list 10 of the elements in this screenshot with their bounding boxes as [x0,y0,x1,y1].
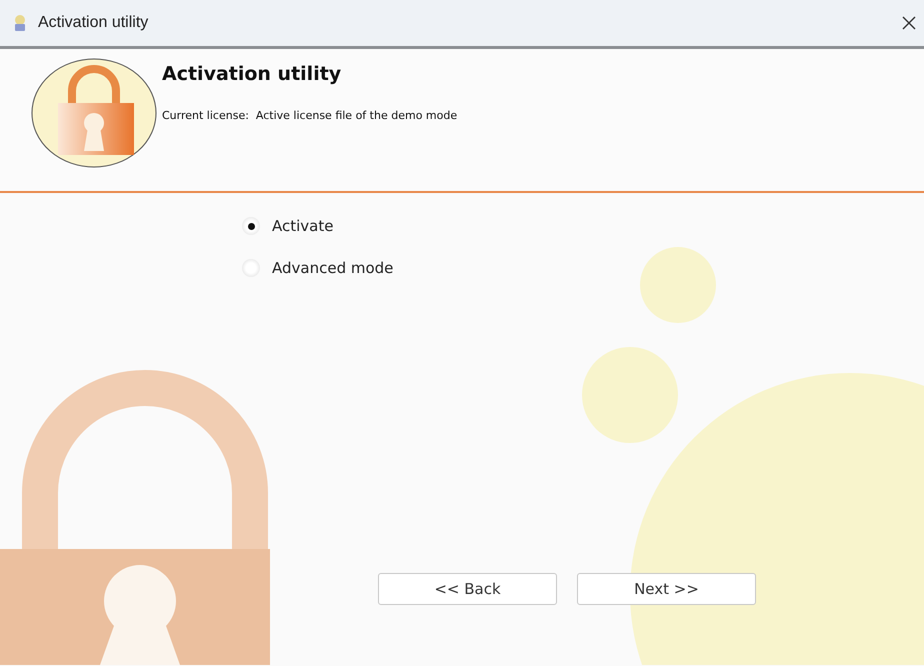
radio-option[interactable]: Activate [242,217,334,235]
nav-button[interactable]: Next >> [577,573,756,605]
padlock-icon [30,57,158,169]
app-icon [12,14,28,32]
nav-button[interactable]: << Back [378,573,557,605]
license-text: Current license: Active license file of the demo mode [162,109,458,122]
close-icon [902,16,916,30]
header-title: Activation utility [162,63,342,85]
window-title: Activation utility [38,14,150,32]
radio-option[interactable]: Advanced mode [242,259,394,277]
